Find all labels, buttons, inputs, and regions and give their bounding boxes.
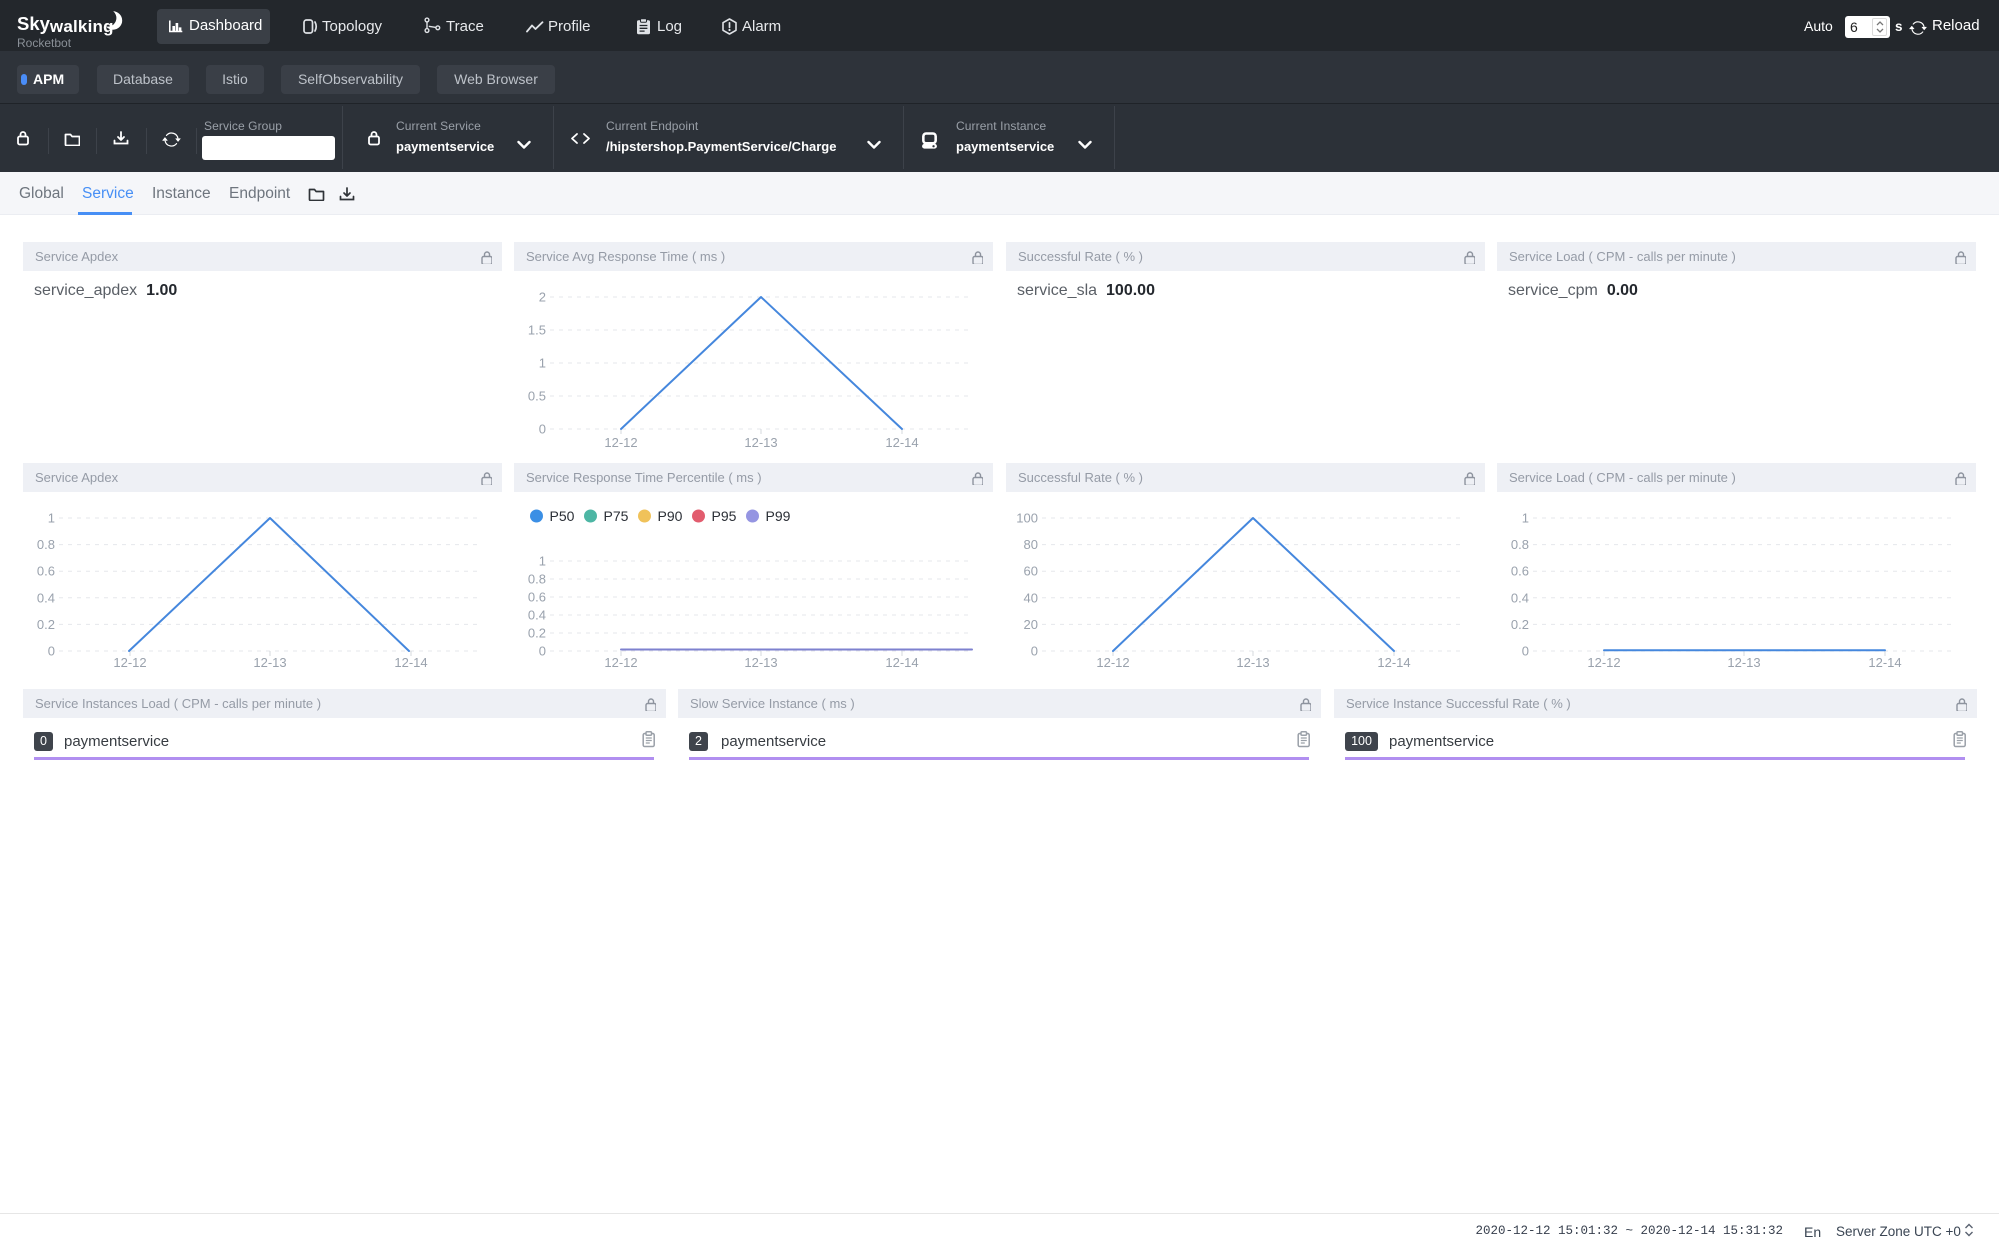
svg-text:1: 1 xyxy=(48,511,55,526)
svg-text:1: 1 xyxy=(1522,511,1529,526)
svg-text:12-13: 12-13 xyxy=(253,655,286,670)
svg-text:12-13: 12-13 xyxy=(1727,655,1760,670)
svg-text:P50: P50 xyxy=(550,508,575,524)
svg-text:60: 60 xyxy=(1024,564,1038,579)
svg-text:0.8: 0.8 xyxy=(528,572,546,587)
svg-text:12-14: 12-14 xyxy=(885,655,918,670)
svg-text:0.4: 0.4 xyxy=(528,608,546,623)
svg-text:0.4: 0.4 xyxy=(37,590,55,605)
svg-text:12-14: 12-14 xyxy=(1377,655,1410,670)
svg-text:12-13: 12-13 xyxy=(744,655,777,670)
svg-text:0: 0 xyxy=(539,644,546,659)
svg-text:1.5: 1.5 xyxy=(528,323,546,338)
svg-text:12-12: 12-12 xyxy=(604,435,637,450)
svg-text:0.4: 0.4 xyxy=(1511,590,1529,605)
svg-text:0: 0 xyxy=(539,422,546,437)
svg-text:0.2: 0.2 xyxy=(528,626,546,641)
svg-text:P99: P99 xyxy=(766,508,791,524)
svg-text:0: 0 xyxy=(48,644,55,659)
svg-text:12-14: 12-14 xyxy=(1868,655,1901,670)
svg-text:P90: P90 xyxy=(658,508,683,524)
svg-text:2: 2 xyxy=(539,290,546,305)
svg-text:0.5: 0.5 xyxy=(528,389,546,404)
svg-text:0.6: 0.6 xyxy=(528,590,546,605)
svg-text:40: 40 xyxy=(1024,590,1038,605)
svg-text:12-14: 12-14 xyxy=(885,435,918,450)
svg-text:12-12: 12-12 xyxy=(1587,655,1620,670)
svg-text:12-13: 12-13 xyxy=(1236,655,1269,670)
svg-text:12-13: 12-13 xyxy=(744,435,777,450)
svg-text:12-12: 12-12 xyxy=(604,655,637,670)
svg-text:0.8: 0.8 xyxy=(37,537,55,552)
svg-text:12-14: 12-14 xyxy=(394,655,427,670)
svg-text:1: 1 xyxy=(539,356,546,371)
svg-text:0.2: 0.2 xyxy=(37,617,55,632)
svg-text:0: 0 xyxy=(1522,644,1529,659)
svg-text:P95: P95 xyxy=(712,508,737,524)
svg-text:12-12: 12-12 xyxy=(1096,655,1129,670)
svg-text:80: 80 xyxy=(1024,537,1038,552)
svg-text:100: 100 xyxy=(1016,511,1038,526)
svg-text:0.6: 0.6 xyxy=(37,564,55,579)
svg-text:0.6: 0.6 xyxy=(1511,564,1529,579)
svg-text:0: 0 xyxy=(1031,644,1038,659)
svg-text:12-12: 12-12 xyxy=(113,655,146,670)
svg-text:1: 1 xyxy=(539,554,546,569)
svg-text:P75: P75 xyxy=(604,508,629,524)
svg-text:0.2: 0.2 xyxy=(1511,617,1529,632)
svg-text:20: 20 xyxy=(1024,617,1038,632)
svg-text:0.8: 0.8 xyxy=(1511,537,1529,552)
